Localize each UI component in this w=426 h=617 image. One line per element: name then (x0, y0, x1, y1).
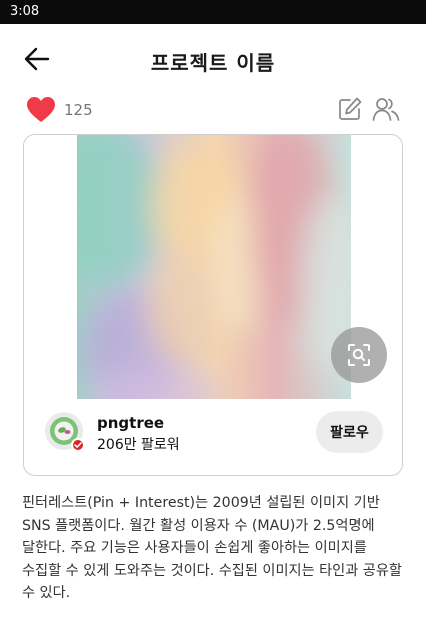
verified-badge (71, 438, 85, 452)
page-title: 프로젝트 이름 (150, 51, 276, 75)
collaborators-button[interactable] (372, 96, 400, 122)
check-icon (74, 442, 82, 449)
visual-search-icon (348, 344, 370, 366)
pin-meta-row: 125 (0, 94, 426, 128)
visual-search-button[interactable] (331, 327, 387, 383)
pin-card: pngtree 206만 팔로워 팔로우 (23, 134, 403, 476)
status-bar: 3:08 (0, 0, 426, 24)
top-bar: 프로젝트 이름 (0, 24, 426, 94)
like-count: 125 (64, 101, 93, 119)
follower-count: 206만 팔로워 (97, 437, 180, 453)
edit-icon (339, 97, 362, 120)
pin-image[interactable] (77, 135, 351, 399)
pin-description: 핀터레스트(Pin + Interest)는 2009년 설립된 이미지 기반 … (22, 495, 402, 601)
follow-button[interactable]: 팔로우 (316, 411, 383, 453)
heart-icon (27, 97, 55, 122)
pastel-gradient-artwork (77, 135, 351, 399)
author-name[interactable]: pngtree (97, 414, 164, 432)
people-icon (372, 98, 400, 121)
edit-button[interactable] (337, 96, 363, 122)
like-button[interactable] (26, 96, 56, 124)
status-time: 3:08 (10, 4, 40, 19)
